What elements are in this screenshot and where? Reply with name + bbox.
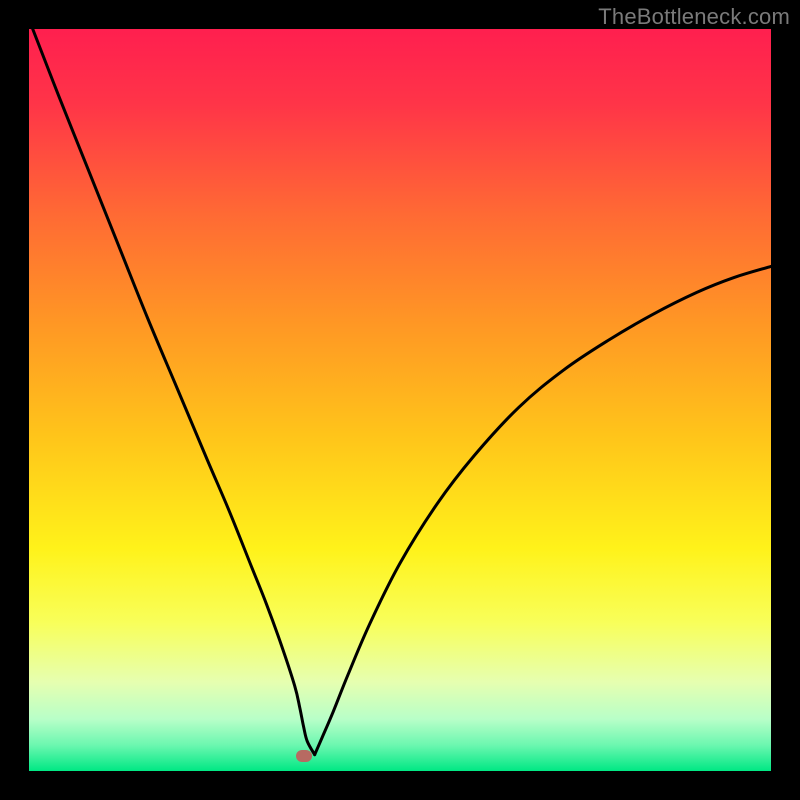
curve-left-branch <box>33 29 315 755</box>
plot-area <box>29 29 771 771</box>
chart-frame: TheBottleneck.com <box>0 0 800 800</box>
optimal-point-marker <box>296 750 312 762</box>
watermark-text: TheBottleneck.com <box>598 4 790 30</box>
curve-right-branch <box>315 266 771 754</box>
bottleneck-curve <box>29 29 771 771</box>
